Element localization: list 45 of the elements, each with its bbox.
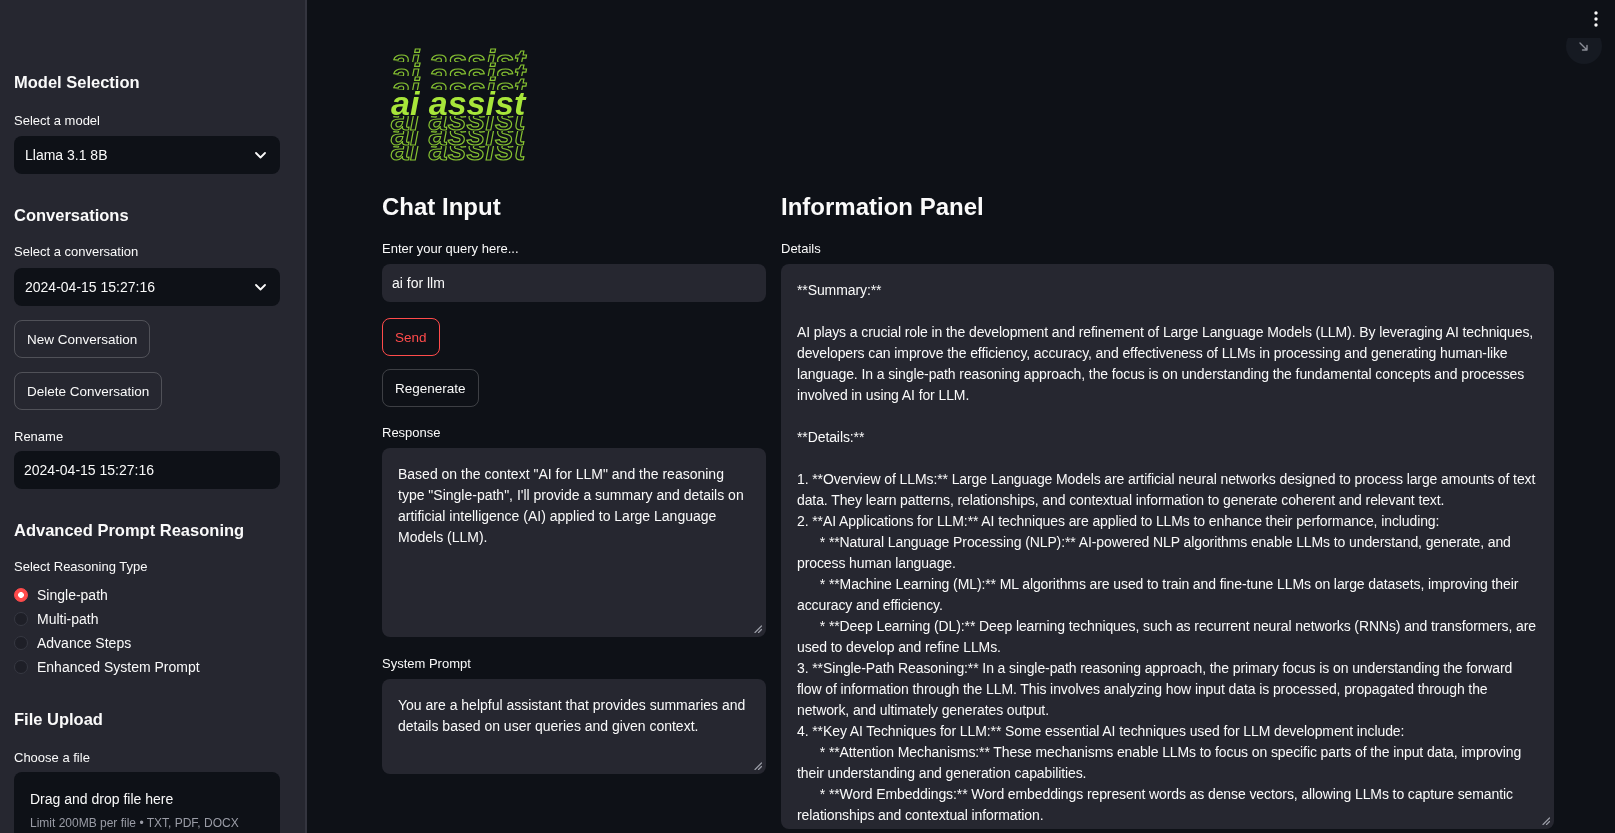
diagonal-arrow-icon[interactable] bbox=[1566, 38, 1602, 66]
radio-option[interactable]: Advance Steps bbox=[14, 631, 200, 655]
resize-handle-icon[interactable] bbox=[754, 762, 762, 770]
file-dropzone[interactable]: Drag and drop file here Limit 200MB per file • TXT, PDF, DOCX bbox=[14, 772, 280, 833]
section-heading: Conversations bbox=[14, 205, 129, 226]
field-label: Enter your query here... bbox=[382, 240, 519, 258]
radio-icon[interactable] bbox=[14, 636, 28, 650]
section-heading: Information Panel bbox=[781, 192, 984, 222]
field-label: Select a model bbox=[14, 112, 100, 130]
radio-option[interactable]: Single-path bbox=[14, 583, 200, 607]
radio-icon[interactable] bbox=[14, 660, 28, 674]
field-label: Response bbox=[382, 424, 441, 442]
conversation-button[interactable]: Delete Conversation bbox=[14, 372, 163, 410]
query-input[interactable]: ai for llm bbox=[382, 264, 766, 302]
field-label: Details bbox=[781, 240, 821, 258]
rename-input[interactable]: 2024-04-15 15:27:16 bbox=[14, 451, 280, 489]
field-label: Select a conversation bbox=[14, 243, 139, 261]
kebab-menu-icon[interactable] bbox=[1594, 11, 1598, 27]
radio-icon[interactable] bbox=[14, 588, 28, 602]
dropzone-title: Drag and drop file here bbox=[30, 790, 174, 809]
conversation-select[interactable]: 2024-04-15 15:27:16 bbox=[14, 268, 280, 306]
section-heading: Advanced Prompt Reasoning bbox=[14, 520, 245, 541]
field-label: System Prompt bbox=[382, 655, 471, 673]
resize-handle-icon[interactable] bbox=[1542, 817, 1550, 825]
model-select[interactable]: Llama 3.1 8B bbox=[14, 136, 280, 174]
dropzone-hint: Limit 200MB per file • TXT, PDF, DOCX bbox=[30, 815, 239, 832]
radio-option[interactable]: Multi-path bbox=[14, 607, 200, 631]
section-heading: Model Selection bbox=[14, 72, 140, 93]
field-label: Choose a file bbox=[14, 749, 90, 767]
radio-icon[interactable] bbox=[14, 612, 28, 626]
chevron-down-icon bbox=[255, 283, 266, 291]
conversation-button[interactable]: New Conversation bbox=[14, 320, 151, 358]
chevron-down-icon bbox=[255, 151, 266, 159]
resize-handle-icon[interactable] bbox=[754, 625, 762, 633]
action-button[interactable]: Regenerate bbox=[382, 369, 479, 407]
radio-option[interactable]: Enhanced System Prompt bbox=[14, 655, 200, 679]
logo: ai assist bbox=[389, 41, 529, 165]
system-prompt-textarea[interactable]: You are a helpful assistant that provides summaries and details based on user queries and given context. bbox=[382, 679, 766, 774]
section-heading: Chat Input bbox=[382, 192, 501, 222]
field-label: Select Reasoning Type bbox=[14, 558, 148, 576]
response-textarea[interactable]: Based on the context "AI for LLM" and the reasoning type "Single-path", I'll provide a summary and details on artificial intelligence (AI) applied to Large Language Models (LLM). bbox=[382, 448, 766, 637]
field-label: Rename bbox=[14, 428, 64, 446]
details-textarea[interactable]: **Summary:** AI plays a crucial role in the development and refinement of Large Language Models (LLM). By leveraging AI techniques, developers can improve the efficiency, accuracy, and effectiveness of LLMs in processing and generating human-like language. In a single-path reasoning approach, the focus is on understanding the fundamental concepts and processes involved in using AI for LLM. **Details:** 1. **Overview of LLMs:** Large Language Models are artificial neural networks designed to process large amounts of text data. They learn patterns, relationships, and contextual information to generate coherent and relevant text. 2. **AI Applications for LLM:** AI techniques are applied to LLMs to enhance their performance, including: * **Natural Language Processing (NLP):** AI-powered NLP algorithms enable LLMs to understand, generate, and process human language. * **Machine Learning (ML):** ML algorithms are used to train and fine-tune LLMs on large datasets, improving their accuracy and efficiency. * **Deep Learning (DL):** Deep learning techniques, such as recurrent neural networks (RNNs) and transformers, are used to develop and refine LLMs. 3. **Single-Path Reasoning:** In a single-path reasoning approach, the primary focus is on understanding the forward flow of information through the LLM. This involves analyzing how input data is processed, propagated through the network, and ultimately generates output. 4. **Key AI Techniques for LLM:** Some essential AI techniques used for LLM development include: * **Attention Mechanisms:** These mechanisms enable LLMs to focus on specific parts of the input data, improving their understanding and generation capabilities. * **Word Embeddings:** Word embeddings represent words as dense vectors, allowing LLMs to capture semantic relationships and contextual information. bbox=[781, 264, 1554, 829]
section-heading: File Upload bbox=[14, 709, 103, 730]
action-button[interactable]: Send bbox=[382, 318, 440, 356]
